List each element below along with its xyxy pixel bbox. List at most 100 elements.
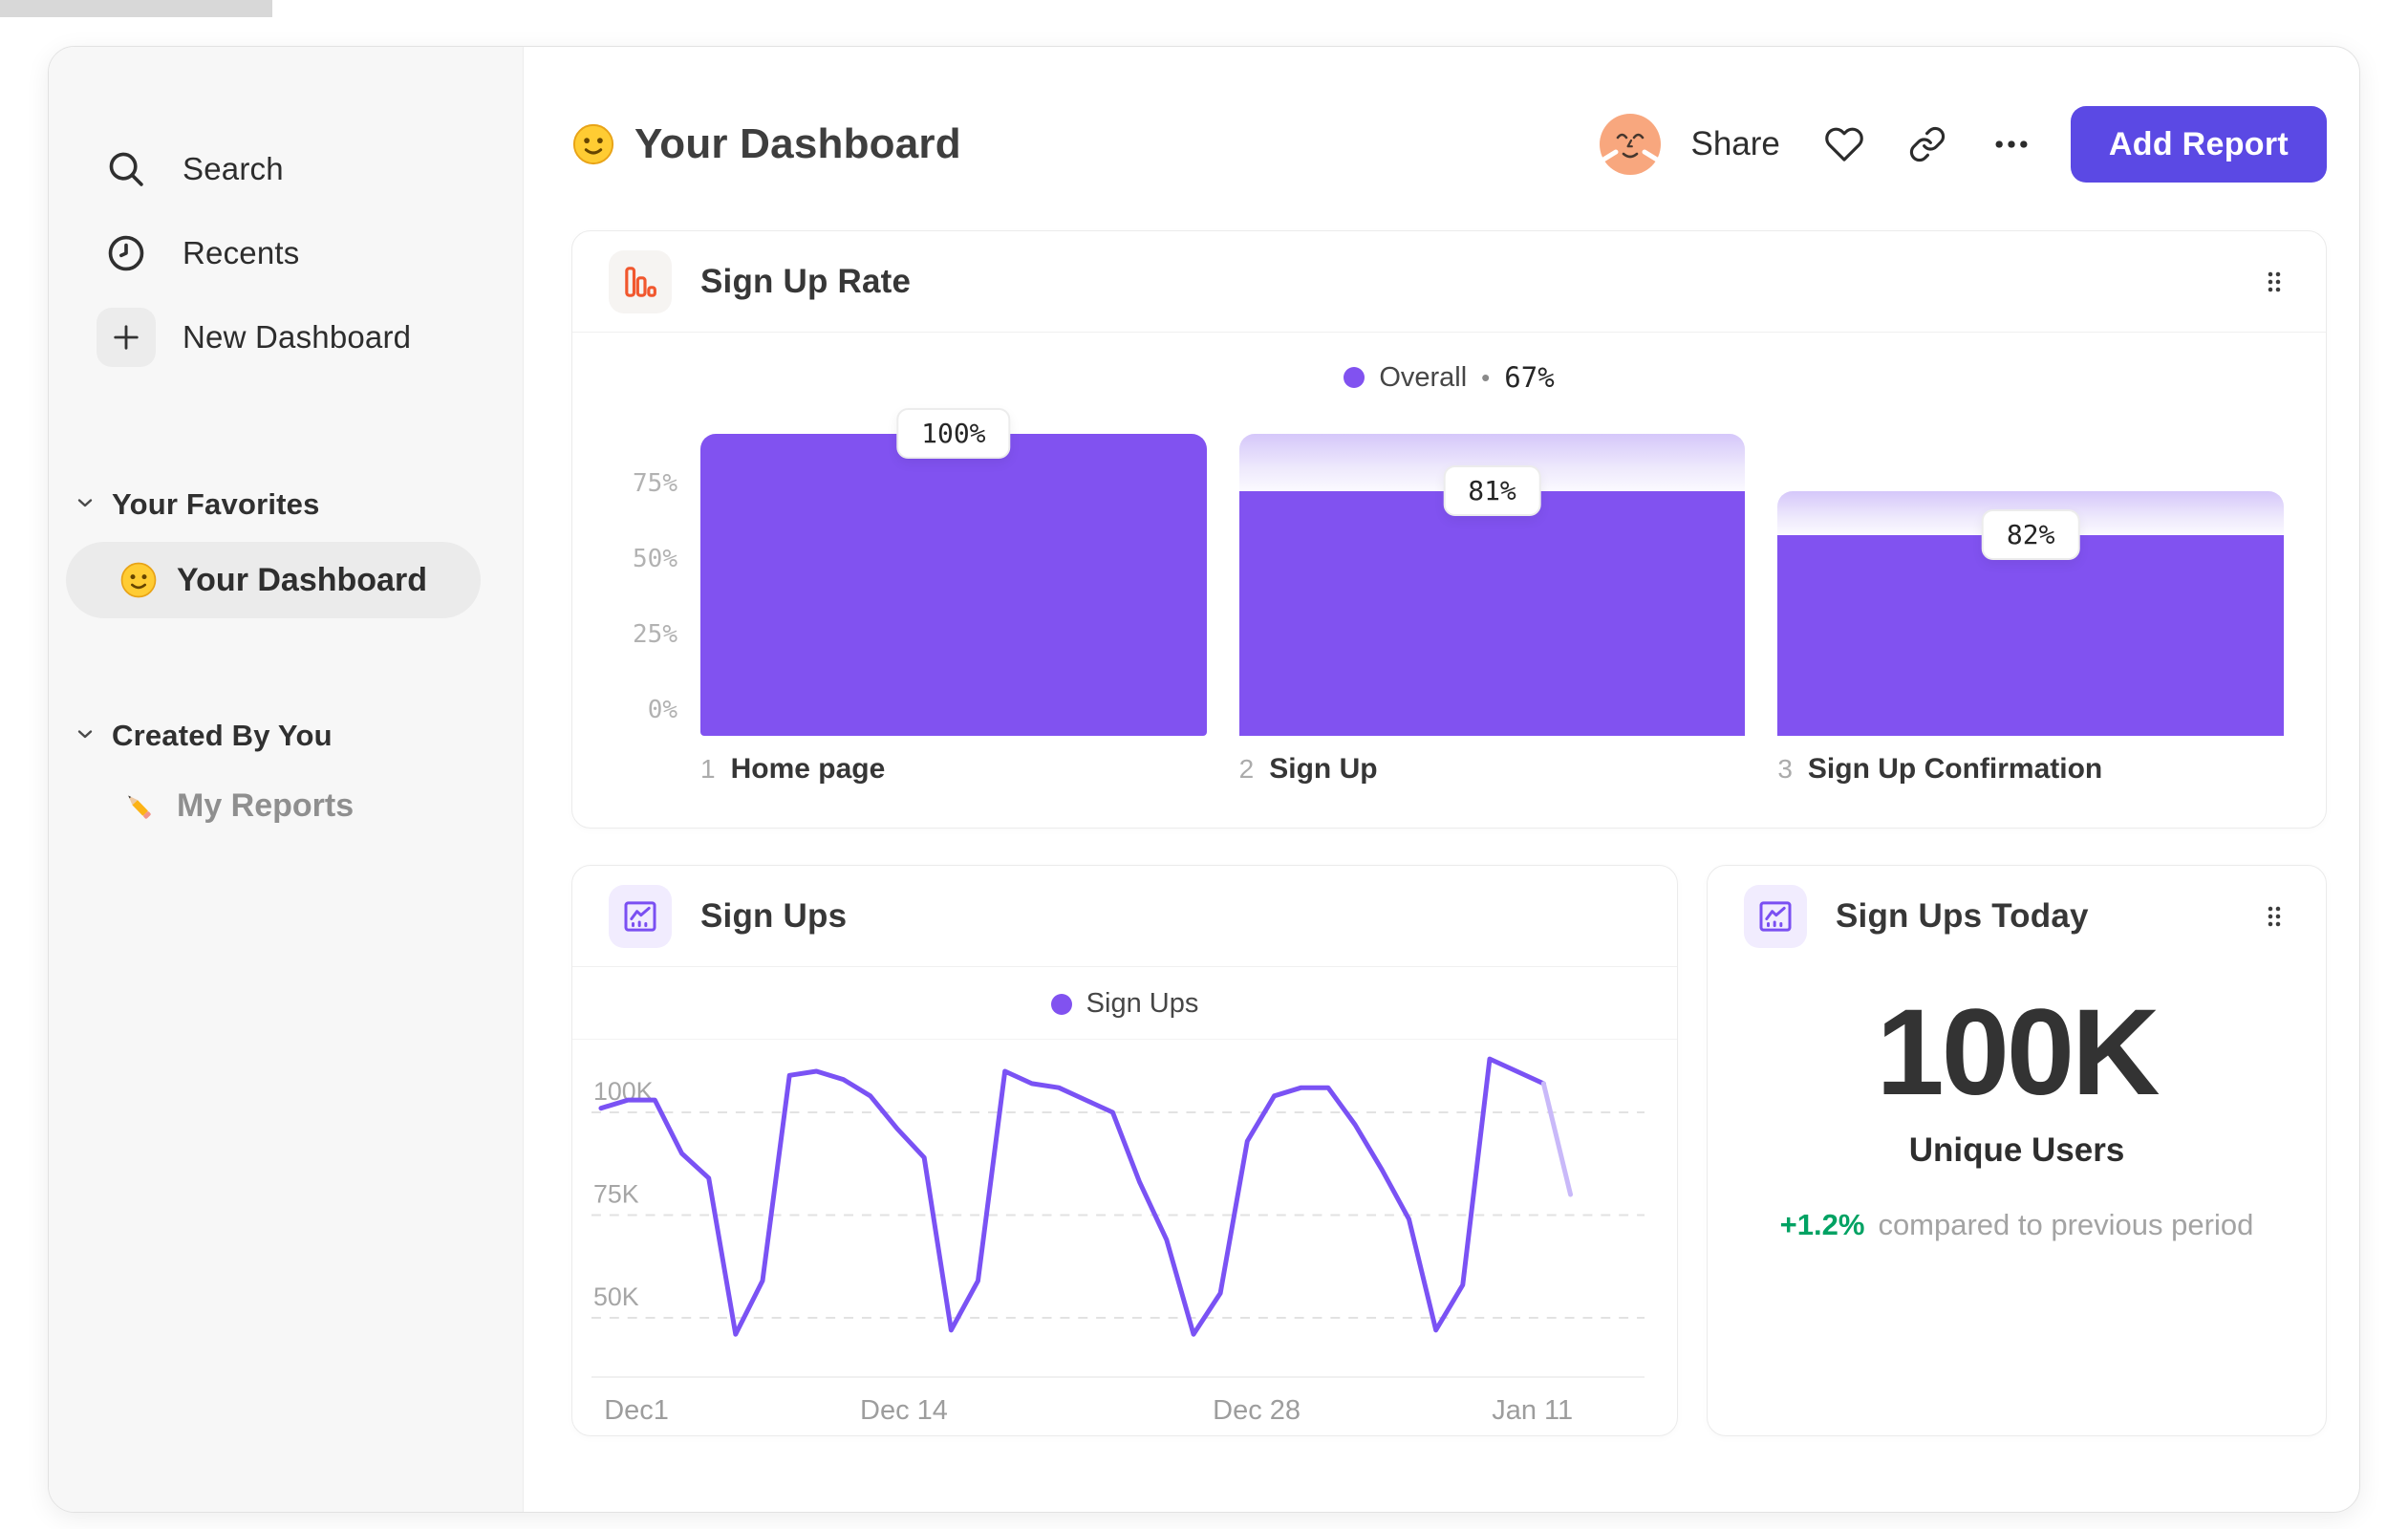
- stat-delta: +1.2%: [1779, 1208, 1865, 1241]
- funnel-y-tick: 75%: [633, 469, 677, 498]
- funnel-step-number: 1: [700, 754, 716, 784]
- add-report-button[interactable]: Add Report: [2070, 106, 2327, 183]
- share-button[interactable]: Share: [1691, 125, 1780, 163]
- line-legend: Sign Ups: [572, 967, 1677, 1040]
- funnel-bar[interactable]: 82%: [1777, 491, 2285, 736]
- more-options-button[interactable]: [1990, 123, 2032, 165]
- funnel-bar-fill: [700, 434, 1207, 736]
- sidebar-section-favorites: Your Favorites Your Dashboard: [49, 479, 523, 618]
- sidebar-section-created-by-you: Created By You My Reports: [49, 710, 523, 844]
- funnel-bar[interactable]: 81%: [1238, 434, 1746, 736]
- funnel-step-label: 3 Sign Up Confirmation: [1777, 753, 2284, 786]
- sidebar-item-search[interactable]: Search: [49, 127, 523, 211]
- card-title: Sign Ups Today: [1836, 897, 2089, 935]
- line-x-axis: Dec1 Dec 14 Dec 28 Jan 11: [591, 1376, 1645, 1433]
- funnel-conversion-badge: 100%: [896, 408, 1011, 459]
- sidebar-item-new-dashboard[interactable]: New Dashboard: [49, 295, 523, 379]
- svg-text:50K: 50K: [593, 1282, 639, 1311]
- heart-icon: [1825, 127, 1863, 162]
- line-chart-svg: 100K75K50K: [591, 1056, 1645, 1337]
- dashboard-header: Your Dashboard Share Add Report: [571, 104, 2327, 184]
- link-icon: [1909, 126, 1946, 162]
- sidebar-item-your-dashboard[interactable]: Your Dashboard: [66, 542, 481, 618]
- card-header: Sign Ups Today: [1708, 866, 2326, 967]
- funnel-bar-fill: [1238, 491, 1746, 736]
- funnel-y-tick: 0%: [647, 696, 677, 724]
- funnel-bar[interactable]: 100%: [700, 408, 1207, 736]
- funnel-plot: 100% 81% 82%: [700, 408, 2285, 736]
- card-title: Sign Up Rate: [700, 262, 912, 300]
- drag-handle-icon[interactable]: [2259, 267, 2290, 297]
- line-x-tick: Dec1: [604, 1395, 669, 1426]
- heart-button[interactable]: [1824, 124, 1864, 164]
- stat-value: 100K: [1876, 984, 2161, 1121]
- drag-handle-icon[interactable]: [2259, 901, 2290, 932]
- line-x-tick: Dec 14: [860, 1395, 948, 1426]
- card-header: Sign Up Rate: [572, 231, 2326, 333]
- sidebar-item-label: Search: [183, 151, 284, 186]
- funnel-y-axis: 0% 25% 50% 75%: [614, 434, 677, 736]
- plus-icon: [97, 308, 156, 367]
- card-title: Sign Ups: [700, 896, 848, 935]
- sidebar-item-label: Recents: [183, 235, 300, 270]
- sidebar-nav: Search Recents New Dashboard: [49, 127, 523, 379]
- line-chart-icon: [1744, 885, 1807, 948]
- copy-link-button[interactable]: [1908, 125, 1946, 163]
- stat-delta-row: +1.2% compared to previous period: [1780, 1208, 2254, 1242]
- funnel-conversion-badge: 82%: [1981, 509, 2080, 561]
- sidebar-item-my-reports[interactable]: My Reports: [66, 767, 481, 844]
- funnel-y-tick: 50%: [633, 545, 677, 573]
- bottom-row: Sign Ups Sign Ups 100K 75K 50K Dec1 Dec 14 D…: [571, 865, 2327, 1436]
- line-x-tick: Jan 11: [1492, 1395, 1574, 1426]
- window-top-strip: [0, 0, 272, 17]
- header-actions: Share Add Report: [1599, 106, 2327, 183]
- legend-dot: [1050, 993, 1072, 1015]
- section-title: Created By You: [112, 719, 333, 752]
- funnel-step-name: Sign Up: [1269, 753, 1378, 785]
- section-header-your-favorites[interactable]: Your Favorites: [49, 479, 523, 530]
- sign-ups-today-card: Sign Ups Today 100K Unique Users +1.2% c…: [1707, 865, 2327, 1436]
- funnel-y-tick: 25%: [633, 620, 677, 649]
- funnel-step-number: 3: [1777, 754, 1793, 784]
- avatar[interactable]: [1599, 114, 1661, 175]
- stat-body: 100K Unique Users +1.2% compared to prev…: [1708, 967, 2326, 1435]
- legend-dot: [1344, 367, 1365, 388]
- funnel-step-label: 2 Sign Up: [1239, 753, 1746, 786]
- legend-item-overall[interactable]: Overall • 67%: [1344, 361, 1555, 394]
- funnel-bar-fill: [1777, 535, 2285, 736]
- funnel-bars-icon: [609, 249, 672, 313]
- ellipsis-icon: [1995, 140, 2028, 148]
- clock-icon: [97, 224, 156, 283]
- sign-up-rate-card: Sign Up Rate Overall • 67% 0% 25% 50% 75…: [571, 230, 2327, 829]
- main-content: Your Dashboard Share Add Report Sign Up …: [524, 47, 2359, 1512]
- funnel-step-name: Sign Up Confirmation: [1807, 753, 2103, 785]
- funnel-x-axis: 1 Home page 2 Sign Up 3 Sign Up Confirmation: [700, 753, 2284, 786]
- title-group: Your Dashboard: [571, 120, 961, 168]
- sidebar-item-recents[interactable]: Recents: [49, 211, 523, 295]
- sidebar: Search Recents New Dashboard Your Favori…: [49, 47, 524, 1512]
- funnel-chart: 0% 25% 50% 75% 100% 81% 82%: [614, 408, 2285, 736]
- chevron-down-icon: [74, 491, 97, 519]
- line-x-tick: Dec 28: [1213, 1395, 1301, 1426]
- section-title: Your Favorites: [112, 487, 320, 521]
- funnel-conversion-badge: 81%: [1443, 465, 1541, 517]
- app-window: Search Recents New Dashboard Your Favori…: [48, 46, 2360, 1513]
- section-header-created-by-you[interactable]: Created By You: [49, 710, 523, 762]
- smiley-emoji: [119, 561, 158, 599]
- line-chart-icon: [609, 884, 672, 948]
- sidebar-item-label: My Reports: [177, 786, 355, 824]
- line-chart: 100K 75K 50K: [572, 1040, 1677, 1370]
- chevron-down-icon: [74, 722, 97, 750]
- legend-value: 67%: [1504, 361, 1555, 394]
- card-header: Sign Ups: [572, 866, 1677, 967]
- funnel-legend: Overall • 67%: [572, 333, 2326, 419]
- sidebar-item-label: New Dashboard: [183, 319, 412, 355]
- funnel-step-number: 2: [1238, 754, 1255, 784]
- stat-label: Unique Users: [1908, 1131, 2125, 1169]
- legend-item-sign-ups[interactable]: Sign Ups: [1050, 988, 1198, 1020]
- funnel-step-name: Home page: [730, 753, 886, 785]
- pencil-emoji: [119, 786, 158, 825]
- search-icon: [97, 140, 156, 199]
- stat-delta-note: compared to previous period: [1878, 1208, 2254, 1241]
- page-title: Your Dashboard: [634, 120, 961, 167]
